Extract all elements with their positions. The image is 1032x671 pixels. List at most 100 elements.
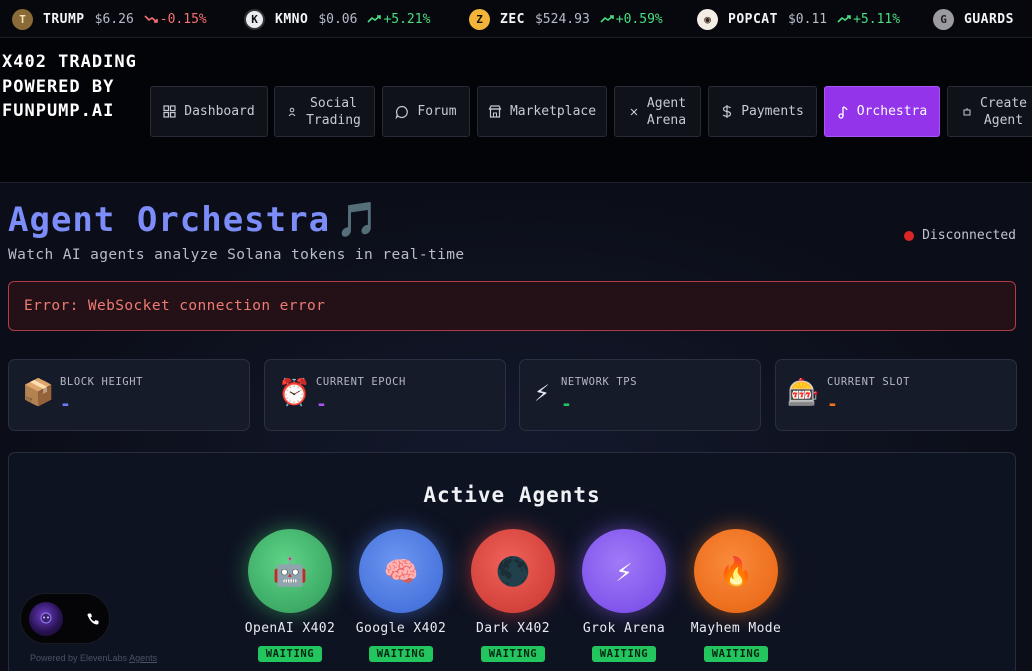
agent-card-google[interactable]: 🧠 Google X402 WAITING — [346, 529, 456, 662]
fire-icon: 🔥 — [694, 529, 778, 613]
status-badge: WAITING — [591, 646, 657, 662]
music-note-icon — [838, 105, 848, 119]
stat-label: CURRENT SLOT — [827, 376, 911, 388]
zec-coin-icon: Z — [469, 8, 490, 30]
nav-orchestra[interactable]: Orchestra — [824, 86, 940, 137]
nav-forum[interactable]: Forum — [382, 86, 470, 137]
ticker-item[interactable]: G GUARDS — [933, 0, 1024, 37]
ticker-symbol: POPCAT — [728, 11, 778, 27]
bot-icon — [963, 107, 971, 115]
kmno-coin-icon: K — [244, 8, 265, 30]
ticker-price: $524.93 — [534, 11, 590, 27]
nav-social-trading[interactable]: Social Trading — [274, 86, 375, 137]
status-badge: WAITING — [368, 646, 434, 662]
price-ticker: T TRUMP $6.26 -0.15% K KMNO $0.06 +5.21%… — [0, 0, 1032, 38]
users-icon — [288, 107, 296, 116]
stat-card-current-epoch: ⏰ CURRENT EPOCH - — [264, 359, 506, 431]
ticker-change: +5.21% — [367, 12, 430, 27]
brain-icon: 🧠 — [359, 529, 443, 613]
dashboard-icon — [163, 105, 176, 118]
nav-payments[interactable]: Payments — [708, 86, 817, 137]
agent-avatar-icon — [29, 602, 63, 636]
agent-card-dark[interactable]: 🌑 Dark X402 WAITING — [458, 529, 568, 662]
ticker-price: $0.06 — [318, 11, 358, 27]
connection-status: Disconnected — [904, 228, 1016, 243]
nav-label: Dashboard — [184, 104, 255, 119]
powered-by-note: Powered by ElevenLabs Agents — [30, 653, 158, 663]
status-badge: WAITING — [703, 646, 769, 662]
agent-card-openai[interactable]: 🤖 OpenAI X402 WAITING — [235, 529, 345, 662]
voice-agent-widget[interactable] — [20, 593, 110, 644]
chat-icon — [395, 105, 409, 119]
ticker-item[interactable]: T TRUMP $6.26 -0.15% — [12, 0, 207, 37]
nav-agent-arena[interactable]: Agent Arena — [614, 86, 701, 137]
nav-label: Create Agent — [980, 95, 1027, 128]
ticker-symbol: ZEC — [500, 11, 525, 27]
stat-value: - — [827, 394, 838, 415]
stat-value: - — [561, 394, 572, 415]
trend-up-icon — [367, 15, 382, 23]
status-badge: WAITING — [257, 646, 323, 662]
stat-label: CURRENT EPOCH — [316, 376, 406, 388]
ticker-price: $0.11 — [787, 11, 828, 27]
nav-marketplace[interactable]: Marketplace — [477, 86, 607, 137]
ticker-change: +5.11% — [837, 12, 900, 27]
slot-machine-icon: 🎰 — [787, 378, 820, 408]
nav-label: Forum — [417, 104, 457, 119]
popcat-coin-icon: ◉ — [697, 8, 718, 30]
section-title: Active Agents — [423, 483, 601, 507]
stat-value: - — [60, 394, 71, 415]
trend-down-icon — [144, 15, 158, 23]
status-dot-icon — [904, 230, 915, 241]
nav-label: Payments — [741, 104, 804, 119]
lightning-icon: ⚡ — [534, 378, 550, 408]
new-moon-icon: 🌑 — [471, 529, 555, 613]
trump-coin-icon: T — [12, 8, 33, 30]
stat-card-block-height: 📦 BLOCK HEIGHT - — [8, 359, 250, 431]
lightning-icon: ⚡ — [582, 529, 666, 613]
ticker-item[interactable]: ◉ POPCAT $0.11 +5.11% — [697, 0, 900, 37]
stat-value: - — [316, 394, 327, 415]
page-title: Agent Orchestra 🎵 — [8, 200, 380, 240]
stat-label: BLOCK HEIGHT — [60, 376, 144, 388]
stat-card-current-slot: 🎰 CURRENT SLOT - — [775, 359, 1017, 431]
ticker-item[interactable]: Z ZEC $524.93 +0.59% — [469, 0, 663, 37]
trend-up-icon — [600, 15, 614, 23]
nav-create-agent[interactable]: Create Agent — [947, 86, 1032, 137]
alarm-clock-icon: ⏰ — [278, 378, 311, 408]
music-emoji-icon: 🎵 — [336, 200, 380, 240]
status-badge: WAITING — [480, 646, 546, 662]
ticker-symbol: GUARDS — [964, 11, 1014, 27]
guards-coin-icon: G — [933, 8, 954, 30]
ticker-price: $6.26 — [94, 11, 134, 27]
ticker-change: +0.59% — [600, 12, 663, 27]
stat-label: NETWORK TPS — [561, 376, 638, 388]
agent-name: Mayhem Mode — [690, 621, 782, 636]
nav-label: Agent Arena — [646, 95, 687, 128]
agent-card-mayhem[interactable]: 🔥 Mayhem Mode WAITING — [681, 529, 791, 662]
nav-label: Social Trading — [306, 95, 361, 128]
ticker-item[interactable]: K KMNO $0.06 +5.21% — [244, 0, 430, 37]
swords-icon — [630, 108, 638, 115]
status-text: Disconnected — [922, 228, 1016, 243]
stat-card-network-tps: ⚡ NETWORK TPS - — [519, 359, 761, 431]
nav-dashboard[interactable]: Dashboard — [150, 86, 268, 137]
ticker-symbol: KMNO — [275, 11, 309, 27]
ticker-symbol: TRUMP — [43, 11, 85, 27]
agent-name: Dark X402 — [475, 621, 551, 636]
elevenlabs-agents-link[interactable]: Agents — [129, 653, 157, 663]
agent-name: OpenAI X402 — [244, 621, 336, 636]
package-icon: 📦 — [22, 378, 55, 408]
orchestra-main: Agent Orchestra 🎵 Watch AI agents analyze… — [0, 184, 1032, 671]
phone-call-icon[interactable] — [81, 607, 105, 631]
agent-card-grok[interactable]: ⚡ Grok Arena WAITING — [569, 529, 679, 662]
robot-icon: 🤖 — [248, 529, 332, 613]
nav-label: Orchestra — [856, 104, 928, 119]
ticker-change: -0.15% — [144, 12, 207, 27]
brand-title[interactable]: X402 TRADING POWERED BY FUNPUMP.AI — [2, 50, 142, 124]
trend-up-icon — [837, 15, 851, 23]
active-agents-panel: Active Agents 🤖 OpenAI X402 WAITING 🧠 Go… — [8, 452, 1016, 671]
error-banner: Error: WebSocket connection error — [8, 281, 1016, 331]
agent-name: Grok Arena — [582, 621, 666, 636]
dollar-icon — [722, 105, 732, 118]
